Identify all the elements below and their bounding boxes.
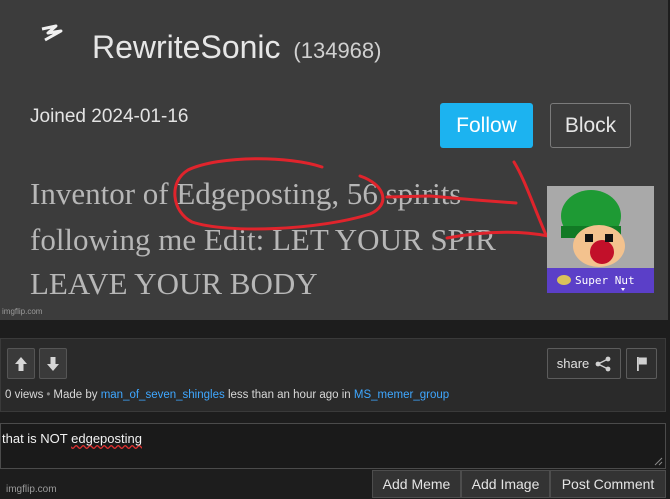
watermark: imgflip.com: [2, 307, 43, 316]
add-meme-button[interactable]: Add Meme: [372, 470, 461, 498]
share-button[interactable]: share: [547, 348, 621, 379]
separator-dot: •: [46, 389, 51, 401]
flag-button[interactable]: [626, 348, 657, 379]
time-text: less than an hour ago in: [227, 389, 351, 401]
share-label: share: [556, 356, 590, 371]
comment-text-start: that is NOT: [2, 431, 72, 446]
stream-link[interactable]: MS_memer_group: [354, 389, 449, 401]
avatar: Super Nut: [547, 186, 654, 293]
share-icon: [595, 356, 611, 371]
misspelled-word: edgeposting: [71, 431, 142, 446]
avatar-caption: Super Nut: [575, 274, 635, 287]
upvote-button[interactable]: [7, 348, 35, 379]
made-by-label: Made by: [53, 389, 98, 401]
arrow-up-icon: [15, 356, 27, 371]
post-comment-button[interactable]: Post Comment: [550, 470, 666, 498]
downvote-button[interactable]: [39, 348, 67, 379]
add-image-button[interactable]: Add Image: [461, 470, 550, 498]
meme-actions-bar: share 0 views • Made by man_of_seven_shing…: [0, 338, 666, 412]
view-count: 0 views: [5, 389, 44, 401]
resize-handle-icon[interactable]: [654, 457, 663, 466]
arrow-down-icon: [47, 356, 59, 371]
author-link[interactable]: man_of_seven_shingles: [101, 389, 225, 401]
flag-icon: [636, 356, 647, 371]
watermark: imgflip.com: [6, 484, 57, 495]
meme-meta: 0 views • Made by man_of_seven_shingles le…: [5, 389, 449, 401]
comment-textarea[interactable]: that is NOT edgeposting: [0, 423, 666, 469]
comment-text: that is NOT edgeposting: [2, 431, 142, 446]
meme-image: RewriteSonic (134968) Joined 2024-01-16 …: [0, 0, 668, 320]
